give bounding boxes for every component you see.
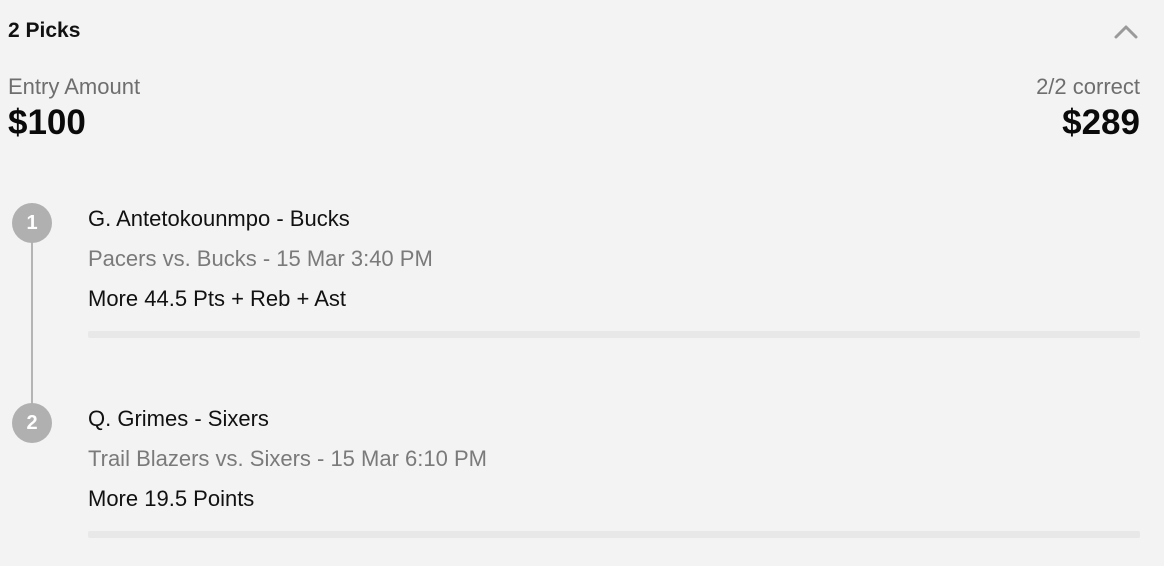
pick-stat-line: More 44.5 Pts + Reb + Ast: [88, 286, 347, 311]
pick-progress-bar: [88, 331, 1140, 338]
correct-count-label: 2/2 correct: [1036, 74, 1140, 99]
result-summary: 2/2 correct $289: [1036, 73, 1140, 145]
timeline-connector: [31, 224, 33, 422]
pick-player: G. Antetokounmpo - Bucks: [88, 206, 350, 231]
entry-amount-value: $100: [8, 103, 86, 142]
pick-item: Q. Grimes - Sixers Trail Blazers vs. Six…: [88, 405, 1140, 513]
picks-count-title: 2 Picks: [8, 19, 81, 42]
picks-header: 2 Picks: [8, 17, 1140, 47]
pick-item: G. Antetokounmpo - Bucks Pacers vs. Buck…: [88, 205, 1140, 313]
chevron-up-icon: [1114, 25, 1138, 39]
pick-player: Q. Grimes - Sixers: [88, 406, 269, 431]
pick-number-badge: 2: [12, 403, 52, 443]
pick-number-badge: 1: [12, 203, 52, 243]
collapse-button[interactable]: [1112, 21, 1140, 43]
pick-game-info: Pacers vs. Bucks - 15 Mar 3:40 PM: [88, 246, 433, 271]
entry-summary: Entry Amount $100: [8, 73, 140, 145]
pick-stat-line: More 19.5 Points: [88, 486, 255, 511]
pick-game-info: Trail Blazers vs. Sixers - 15 Mar 6:10 P…: [88, 446, 487, 471]
entry-amount-label: Entry Amount: [8, 74, 141, 99]
picks-panel: 2 Picks Entry Amount $100 2/2 correct $2…: [0, 0, 1164, 566]
pick-progress-bar: [88, 531, 1140, 538]
payout-value: $289: [1062, 103, 1140, 142]
